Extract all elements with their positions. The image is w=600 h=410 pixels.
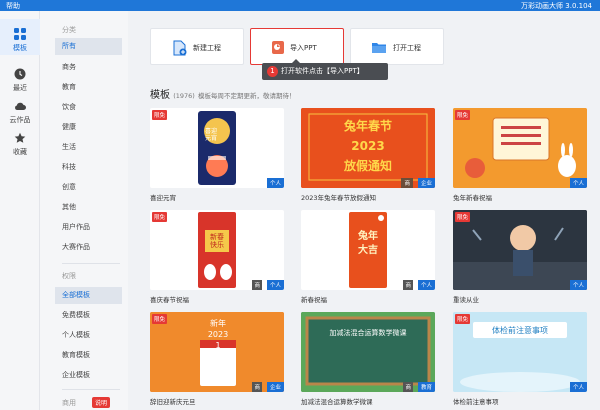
card-caption: 体检前注意事项 bbox=[453, 398, 499, 406]
card-art-text: 喜迎 元宵 bbox=[205, 128, 218, 142]
template-card[interactable]: 新春 快乐 限免 商 个人 bbox=[150, 210, 284, 290]
free-badge: 限免 bbox=[455, 314, 471, 324]
rail-item-cloud[interactable]: 云作品 bbox=[0, 91, 40, 127]
category-item[interactable]: 其他 bbox=[55, 199, 122, 216]
tag-badge: 企业 bbox=[266, 382, 284, 392]
category-item[interactable]: 商务 bbox=[55, 59, 122, 76]
card-caption: 喜庆春节祝福 bbox=[150, 296, 189, 304]
section-title: 模板 (1976) 模板每周不定期更新，敬请期待！ bbox=[150, 90, 296, 101]
card-thumbnail bbox=[301, 312, 435, 392]
star-icon bbox=[14, 132, 26, 143]
category-heading: 分类 bbox=[62, 26, 76, 34]
tag-badge: 个人 bbox=[417, 280, 435, 290]
card-art-text: 兔年 大吉 bbox=[358, 231, 378, 256]
tag-badge: 个人 bbox=[569, 178, 587, 188]
card-caption: 加减法混合运算数学微课 bbox=[301, 398, 373, 406]
card-caption: 喜迎元宵 bbox=[150, 194, 176, 202]
app-title: 万彩动画大师 3.0.104 bbox=[521, 2, 592, 10]
permission-item[interactable]: 全部模板 bbox=[55, 287, 122, 304]
tag-badge: 商 bbox=[252, 382, 262, 392]
free-badge: 限免 bbox=[152, 314, 168, 324]
explain-badge[interactable]: 说明 bbox=[92, 397, 111, 408]
free-badge: 限免 bbox=[455, 110, 471, 120]
free-badge: 限免 bbox=[455, 212, 471, 222]
card-thumbnail bbox=[198, 212, 236, 288]
category-item[interactable]: 创意 bbox=[55, 179, 122, 196]
category-item[interactable]: 教育 bbox=[55, 79, 122, 96]
new-project-button[interactable]: 新建工程 bbox=[150, 28, 244, 65]
divider bbox=[62, 263, 120, 264]
title-bar: 帮助 万彩动画大师 3.0.104 bbox=[0, 0, 600, 11]
card-thumbnail bbox=[453, 210, 587, 290]
free-badge: 限免 bbox=[152, 212, 168, 222]
category-item[interactable]: 用户作品 bbox=[55, 219, 122, 236]
tag-badge: 商 bbox=[401, 178, 413, 188]
help-menu[interactable]: 帮助 bbox=[6, 1, 20, 11]
permission-item[interactable]: 免费模板 bbox=[55, 307, 122, 324]
open-project-button[interactable]: 打开工程 bbox=[350, 28, 444, 65]
card-caption: 2023年兔年春节放假通知 bbox=[301, 194, 377, 202]
tag-badge: 商 bbox=[252, 280, 262, 290]
template-card[interactable]: 新年 2023 1 January 限免 商 企业 bbox=[150, 312, 284, 392]
cloud-icon bbox=[15, 102, 26, 110]
rail-item-favorites[interactable]: 收藏 bbox=[0, 123, 40, 159]
template-card[interactable]: 兔年春节 2023 放假通知 商 企业 bbox=[301, 108, 435, 188]
tag-badge: 个人 bbox=[569, 280, 587, 290]
left-rail: 模板 最近 云作品 收藏 bbox=[0, 11, 40, 410]
tooltip-text: 打开软件点击【导入PPT】 bbox=[281, 67, 364, 75]
commercial-heading: 商用 说明 bbox=[62, 397, 111, 408]
template-card[interactable]: 兔年 大吉 商 个人 bbox=[301, 210, 435, 290]
category-item[interactable]: 健康 bbox=[55, 119, 122, 136]
card-caption: 新春祝福 bbox=[301, 296, 327, 304]
template-card[interactable]: 限免 个人 bbox=[453, 210, 587, 290]
folder-icon bbox=[372, 43, 386, 53]
rail-item-recent[interactable]: 最近 bbox=[0, 59, 40, 95]
permission-item[interactable]: 教育模板 bbox=[55, 347, 122, 364]
divider bbox=[62, 389, 120, 390]
template-card[interactable]: 限免 个人 bbox=[453, 108, 587, 188]
category-item[interactable]: 大赛作品 bbox=[55, 239, 122, 256]
tag-badge: 个人 bbox=[266, 178, 284, 188]
card-caption: 辞旧迎新庆元旦 bbox=[150, 398, 196, 406]
tag-badge: 企业 bbox=[417, 178, 435, 188]
tag-badge: 个人 bbox=[266, 280, 284, 290]
grid-icon bbox=[14, 28, 26, 40]
template-card[interactable]: 加减法混合运算数学微课 商 教育 bbox=[301, 312, 435, 392]
card-art-text: 兔年春节 2023 放假通知 bbox=[343, 119, 392, 173]
permission-item[interactable]: 企业模板 bbox=[55, 367, 122, 384]
template-card[interactable]: 喜迎 元宵 限免 个人 bbox=[150, 108, 284, 188]
card-art-text: 新年 2023 1 January bbox=[202, 319, 234, 361]
card-art-text: 体检前注意事项 bbox=[492, 326, 548, 335]
tag-badge: 教育 bbox=[417, 382, 435, 392]
rail-item-templates[interactable]: 模板 bbox=[0, 19, 40, 55]
category-item[interactable]: 科技 bbox=[55, 159, 122, 176]
tag-badge: 个人 bbox=[569, 382, 587, 392]
rail-label: 收藏 bbox=[13, 148, 27, 156]
step-number: 1 bbox=[267, 66, 278, 77]
rail-label: 模板 bbox=[13, 44, 27, 52]
category-heading: 权限 bbox=[62, 272, 76, 280]
category-item[interactable]: 生活 bbox=[55, 139, 122, 156]
category-panel: 分类 所有 商务 教育 饮食 健康 生活 科技 创意 其他 用户作品 大赛作品 … bbox=[40, 11, 128, 410]
card-art-text: 新春 快乐 bbox=[210, 233, 224, 249]
permission-item[interactable]: 个人模板 bbox=[55, 327, 122, 344]
card-caption: 兔年新春祝福 bbox=[453, 194, 492, 202]
template-card[interactable]: 体检前注意事项 限免 个人 bbox=[453, 312, 587, 392]
card-thumbnail bbox=[198, 111, 236, 185]
category-item[interactable]: 饮食 bbox=[55, 99, 122, 116]
category-item[interactable]: 所有 bbox=[55, 38, 122, 55]
import-tooltip: 1 打开软件点击【导入PPT】 bbox=[262, 59, 388, 80]
free-badge: 限免 bbox=[152, 110, 168, 120]
tag-badge: 商 bbox=[403, 382, 413, 392]
new-project-icon bbox=[173, 40, 187, 56]
card-art-text: 加减法混合运算数学微课 bbox=[329, 329, 407, 337]
card-thumbnail bbox=[453, 108, 587, 188]
card-thumbnail bbox=[453, 312, 587, 392]
tag-badge: 商 bbox=[403, 280, 413, 290]
ppt-icon bbox=[272, 41, 284, 54]
card-caption: 重读从业 bbox=[453, 296, 479, 304]
clock-icon bbox=[14, 68, 26, 80]
